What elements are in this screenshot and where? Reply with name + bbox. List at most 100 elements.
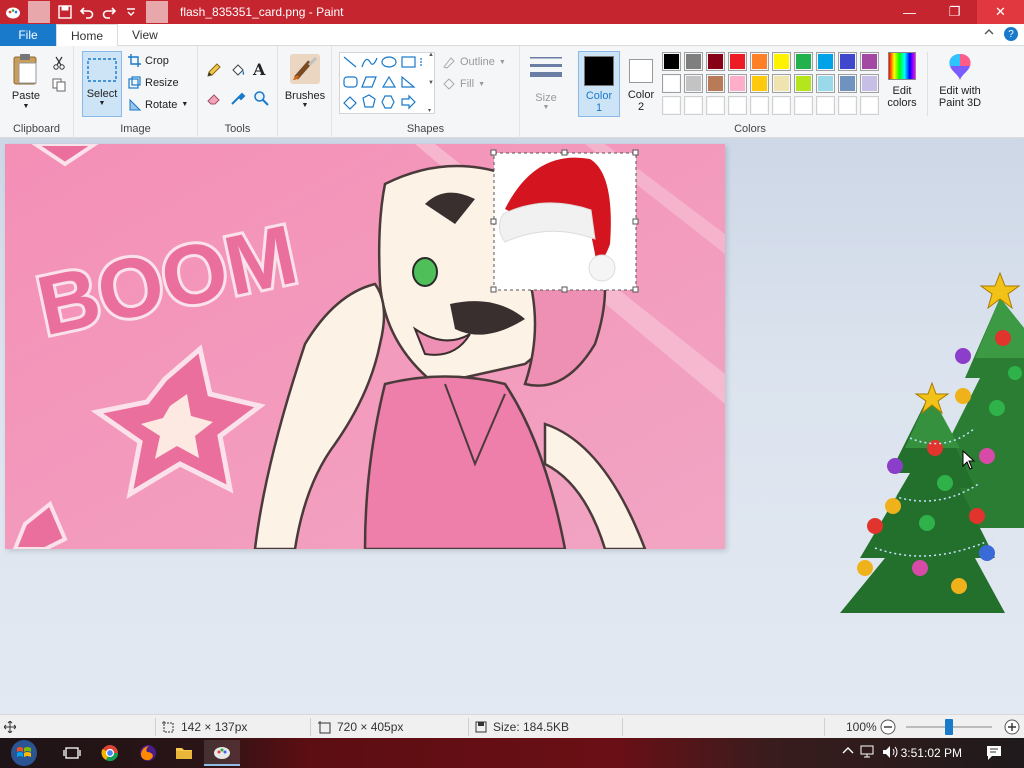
paste-dropdown-icon: ▼ [22,103,30,110]
taskbar-file-explorer[interactable] [166,740,202,766]
color1-button[interactable]: Color 1 [578,51,620,117]
size-icon [530,57,562,77]
palette-swatch[interactable] [662,96,681,115]
palette-swatch[interactable] [750,96,769,115]
eraser-icon[interactable] [206,90,222,106]
palette-swatch[interactable] [860,74,879,93]
customize-toolbar-icon[interactable] [120,1,142,23]
magnifier-icon[interactable] [253,90,269,106]
paint-app-icon[interactable] [2,1,24,23]
size-button[interactable]: Size ▼ [527,54,565,111]
rotate-button[interactable]: Rotate ▼ [128,98,188,111]
palette-swatch[interactable] [860,52,879,71]
palette-swatch[interactable] [816,96,835,115]
fill-bucket-icon[interactable] [230,62,246,78]
zoom-out-button[interactable] [880,715,896,739]
save-icon[interactable] [54,1,76,23]
christmas-tree-sticker[interactable] [835,268,1024,618]
brushes-group: Brushes ▼ [278,46,332,138]
clipboard-group-label: Clipboard [12,123,61,135]
palette-swatch[interactable] [684,96,703,115]
palette-swatch[interactable] [706,96,725,115]
resize-button[interactable]: Resize [128,76,179,89]
ribbon-tabs: File Home View ? [0,24,1024,47]
color2-button[interactable]: Color 2 [622,51,660,117]
outline-icon [443,57,455,69]
palette-swatch[interactable] [662,52,681,71]
help-icon[interactable]: ? [1004,27,1018,41]
text-tool-icon[interactable]: A [253,60,265,79]
palette-swatch[interactable] [772,52,791,71]
palette-swatch[interactable] [772,96,791,115]
minimize-button[interactable]: — [887,0,932,24]
shapes-scroll[interactable]: ▲ ▼ ▾ [428,52,436,114]
brushes-button[interactable]: Brushes ▼ [284,52,326,109]
workspace[interactable]: BOOM [0,138,1024,714]
paint3d-icon [949,54,971,80]
zoom-in-button[interactable] [1004,715,1020,739]
palette-swatch[interactable] [750,74,769,93]
edit-with-paint3d-button[interactable]: Edit with Paint 3D [932,52,988,109]
outline-label: Outline [460,56,495,68]
palette-swatch[interactable] [860,96,879,115]
select-label: Select [86,88,118,100]
palette-swatch[interactable] [816,74,835,93]
palette-swatch[interactable] [706,52,725,71]
zoom-slider-thumb[interactable] [945,719,953,735]
image-group-label: Image [120,123,151,135]
palette-swatch[interactable] [838,74,857,93]
outline-button[interactable]: Outline ▼ [442,55,506,69]
close-button[interactable]: ✕ [977,0,1024,24]
select-button[interactable]: Select ▼ [82,51,122,117]
color-palette [662,52,882,118]
cut-button[interactable] [52,56,66,70]
paste-button[interactable]: Paste ▼ [6,52,46,110]
redo-icon[interactable] [98,1,120,23]
volume-icon[interactable] [882,745,900,762]
palette-swatch[interactable] [794,52,813,71]
fill-button[interactable]: Fill ▼ [442,77,485,91]
tab-home[interactable]: Home [56,24,119,47]
windows-start-icon [11,740,37,766]
maximize-button[interactable]: ❐ [932,0,977,24]
palette-swatch[interactable] [684,74,703,93]
collapse-ribbon-icon[interactable] [984,27,994,41]
drawing-canvas[interactable]: BOOM [5,144,725,549]
palette-swatch[interactable] [728,52,747,71]
palette-swatch[interactable] [750,52,769,71]
image-size: 720 × 405px [318,715,403,739]
taskbar-chrome[interactable] [92,740,128,766]
action-center-icon[interactable] [986,745,1002,764]
copy-button[interactable] [52,78,66,92]
crop-button[interactable]: Crop [128,54,169,67]
palette-swatch[interactable] [838,52,857,71]
shapes-gallery[interactable] [339,52,435,114]
network-icon[interactable] [860,745,876,762]
palette-swatch[interactable] [772,74,791,93]
palette-swatch[interactable] [684,52,703,71]
start-button[interactable] [4,740,44,766]
taskbar-paint[interactable] [204,740,240,766]
size-label: Size [535,92,557,104]
palette-swatch[interactable] [706,74,725,93]
pencil-icon[interactable] [206,62,222,78]
undo-icon[interactable] [76,1,98,23]
color-picker-icon[interactable] [230,90,246,106]
palette-swatch[interactable] [816,52,835,71]
taskbar-firefox[interactable] [130,740,166,766]
colors-group: Color 1 Color 2 Edit colors Edit with Pa… [572,46,1024,138]
palette-swatch[interactable] [728,96,747,115]
palette-swatch[interactable] [662,74,681,93]
show-hidden-icons[interactable] [842,745,854,760]
taskbar-clock[interactable]: 3:51:02 PM [901,738,962,768]
zoom-slider[interactable] [906,719,992,735]
file-size: Size: 184.5KB [475,715,569,739]
palette-swatch[interactable] [794,74,813,93]
palette-swatch[interactable] [838,96,857,115]
task-view-button[interactable] [54,740,90,766]
tab-file[interactable]: File [0,24,56,46]
palette-swatch[interactable] [728,74,747,93]
palette-swatch[interactable] [794,96,813,115]
tab-view[interactable]: View [118,24,172,46]
edit-colors-button[interactable]: Edit colors [882,52,922,109]
